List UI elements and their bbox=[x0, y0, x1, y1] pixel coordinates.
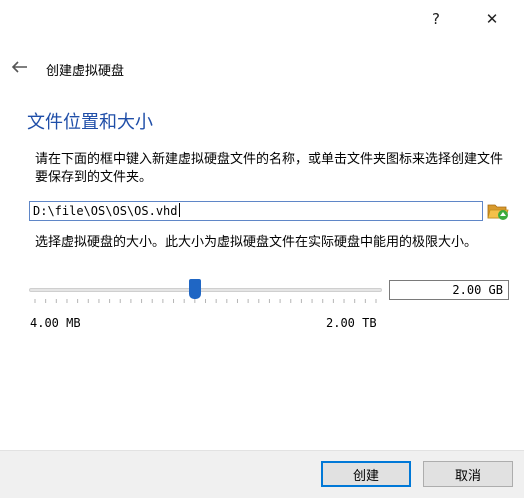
title-bar: ? ✕ bbox=[0, 0, 524, 40]
size-input[interactable]: 2.00 GB bbox=[389, 280, 509, 300]
cancel-button[interactable]: 取消 bbox=[423, 461, 513, 487]
location-description: 请在下面的框中键入新建虚拟硬盘文件的名称，或单击文件夹图标来选择创建文件要保存到… bbox=[35, 152, 504, 185]
close-button[interactable]: ✕ bbox=[472, 4, 512, 34]
help-button[interactable]: ? bbox=[416, 4, 456, 34]
back-button[interactable] bbox=[6, 54, 32, 80]
range-min-label: 4.00 MB bbox=[30, 316, 81, 330]
slider-ticks bbox=[34, 299, 377, 303]
wizard-title: 创建虚拟硬盘 bbox=[46, 64, 125, 79]
size-description: 选择虚拟硬盘的大小。此大小为虚拟硬盘文件在实际硬盘中能用的极限大小。 bbox=[35, 235, 478, 250]
file-path-input[interactable]: D:\file\OS\OS\OS.vhd bbox=[29, 201, 483, 221]
text-caret bbox=[178, 203, 180, 217]
folder-open-icon bbox=[487, 204, 509, 220]
section-title: 文件位置和大小 bbox=[27, 112, 153, 133]
dialog-footer: 创建 取消 bbox=[0, 450, 524, 498]
range-max-label: 2.00 TB bbox=[326, 316, 377, 330]
wizard-header: 创建虚拟硬盘 bbox=[0, 52, 524, 84]
slider-thumb[interactable] bbox=[189, 279, 201, 299]
create-button[interactable]: 创建 bbox=[321, 461, 411, 487]
choose-folder-button[interactable] bbox=[486, 199, 510, 223]
slider-track bbox=[29, 288, 382, 292]
question-mark-icon: ? bbox=[432, 10, 440, 28]
back-arrow-icon bbox=[11, 61, 27, 73]
file-path-value: D:\file\OS\OS\OS.vhd bbox=[33, 204, 178, 218]
close-icon: ✕ bbox=[485, 10, 499, 28]
size-slider[interactable] bbox=[29, 277, 382, 309]
